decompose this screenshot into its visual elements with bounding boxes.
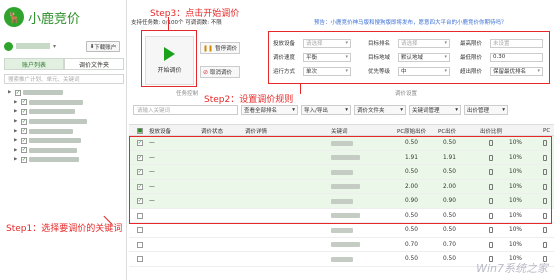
price-settings-label: 调价设置 bbox=[395, 91, 418, 97]
tree-item-label bbox=[29, 99, 83, 105]
tree-checkbox[interactable]: ✓ bbox=[21, 147, 27, 154]
step2-label: Step2：设置调价规则 bbox=[204, 95, 294, 105]
tree-item[interactable]: ▶ ✓ bbox=[8, 107, 126, 117]
phone-icon bbox=[543, 227, 547, 234]
keyword-cell bbox=[331, 242, 360, 248]
phone-icon bbox=[489, 241, 493, 248]
tree-item-label bbox=[29, 109, 75, 115]
tree-item[interactable]: ▶ ✓ bbox=[8, 117, 126, 127]
chevron-down-icon: ▾ bbox=[502, 107, 505, 113]
tree-item[interactable]: ▶ ✓ bbox=[8, 136, 126, 146]
account-name bbox=[16, 43, 50, 49]
filter-bar: 请输入关键词 查看全部排名 ▾ 导入/导出 ▾ 调价文件夹 ▾ 关键词管理 ▾ 出价管理… bbox=[133, 105, 508, 115]
keyword-cell bbox=[331, 227, 353, 233]
expand-icon[interactable]: ▶ bbox=[14, 100, 19, 105]
account-selector[interactable]: ▾ bbox=[4, 40, 56, 52]
chevron-down-icon: ▾ bbox=[455, 107, 458, 113]
expand-icon[interactable]: ▶ bbox=[14, 119, 19, 124]
app-window: 🦌 小鹿竞价 ▾ ⬇ 下载账户 账户列表 调价文件夹 搜索推广计划、单元、关键词 … bbox=[0, 0, 554, 280]
expand-icon[interactable]: ▶ bbox=[14, 109, 19, 114]
expand-icon[interactable]: ▶ bbox=[14, 148, 19, 153]
tree-item-label bbox=[29, 128, 73, 134]
row-checkbox[interactable] bbox=[137, 241, 143, 248]
bid-folder-button[interactable]: 调价文件夹 ▾ bbox=[354, 105, 406, 115]
step3-arrow bbox=[168, 17, 170, 30]
keyword-cell bbox=[331, 256, 353, 262]
chevron-down-icon: ▾ bbox=[53, 42, 57, 50]
pc-orig-bid-cell: 0.50 bbox=[405, 256, 418, 263]
expand-icon[interactable]: ▶ bbox=[8, 90, 13, 95]
pc-bid-cell: 0.50 bbox=[443, 256, 456, 263]
cancel-icon: ⊘ bbox=[203, 68, 209, 76]
bid-manage-button[interactable]: 出价管理 ▾ bbox=[464, 105, 508, 115]
sidebar: 🦌 小鹿竞价 ▾ ⬇ 下载账户 账户列表 调价文件夹 搜索推广计划、单元、关键词 … bbox=[0, 0, 127, 280]
app-name: 小鹿竞价 bbox=[28, 11, 81, 27]
tree-checkbox[interactable]: ✓ bbox=[21, 128, 27, 135]
tab-bid-folder[interactable]: 调价文件夹 bbox=[64, 58, 124, 70]
keyword-manage-button[interactable]: 关键词管理 ▾ bbox=[409, 105, 461, 115]
expand-icon[interactable]: ▶ bbox=[14, 129, 19, 134]
tree-checkbox[interactable]: ✓ bbox=[21, 137, 27, 144]
pc-orig-bid-cell: 0.50 bbox=[405, 227, 418, 234]
tree-item[interactable]: ▶ ✓ bbox=[8, 88, 126, 98]
user-icon bbox=[4, 41, 13, 51]
step2-arrow bbox=[300, 84, 302, 94]
task-control-label: 任务控制 bbox=[176, 91, 199, 97]
watermark: Win7系统之家 bbox=[476, 262, 548, 275]
tree-item-label bbox=[23, 90, 63, 96]
expand-icon[interactable]: ▶ bbox=[14, 138, 19, 143]
tree-item-label bbox=[29, 119, 87, 125]
notice-link[interactable]: 预告：小鹿竞价神马版和搜狗版即将发布，愿意四大平台的小鹿竞价你期待吗？ bbox=[314, 18, 507, 26]
row-checkbox[interactable] bbox=[137, 256, 143, 263]
row-checkbox[interactable] bbox=[137, 227, 143, 234]
step3-highlight bbox=[141, 30, 197, 87]
tree-checkbox[interactable]: ✓ bbox=[21, 99, 27, 106]
table-header: ■ 投放设备 调价状态 调价详情 关键词 PC原始出价 PC出价 出价比例 PC bbox=[129, 124, 554, 136]
tree-item-label bbox=[29, 157, 79, 163]
phone-icon bbox=[489, 227, 493, 234]
expand-icon[interactable]: ▶ bbox=[14, 157, 19, 162]
tree-checkbox[interactable]: ✓ bbox=[21, 108, 27, 115]
bid-ratio-cell: 10% bbox=[509, 241, 522, 248]
tree-checkbox[interactable]: ✓ bbox=[15, 89, 21, 96]
pc-orig-bid-cell: 0.70 bbox=[405, 241, 418, 248]
step1-label: Step1：选择要调价的关键词 bbox=[6, 224, 123, 234]
pc-bid-cell: 0.70 bbox=[443, 241, 456, 248]
tree-item-label bbox=[29, 138, 81, 144]
deer-icon: 🦌 bbox=[4, 7, 24, 27]
download-account-button[interactable]: ⬇ 下载账户 bbox=[86, 41, 120, 52]
table-row[interactable]: 0.70 0.70 10% bbox=[129, 238, 554, 252]
pause-bid-button[interactable]: ❚❚ 暂停调价 bbox=[200, 42, 240, 54]
import-export-button[interactable]: 导入/导出 ▾ bbox=[301, 105, 351, 115]
select-all-checkbox[interactable]: ■ bbox=[137, 128, 143, 134]
chevron-down-icon: ▾ bbox=[400, 107, 403, 113]
table-row[interactable]: 0.50 0.50 10% bbox=[129, 223, 554, 238]
keyword-search-input[interactable]: 请输入关键词 bbox=[133, 105, 238, 115]
phone-icon bbox=[543, 241, 547, 248]
bid-ratio-cell: 10% bbox=[509, 227, 522, 234]
campaign-tree: ▶ ✓ ▶ ✓ ▶ ✓ ▶ ✓ ▶ ✓ ▶ ✓ ▶ ✓ ▶ ✓ bbox=[8, 88, 126, 165]
tab-account-list[interactable]: 账户列表 bbox=[4, 58, 64, 70]
tree-item[interactable]: ▶ ✓ bbox=[8, 98, 126, 108]
tree-item-label bbox=[29, 147, 77, 153]
cancel-bid-button[interactable]: ⊘ 取消调价 bbox=[200, 66, 240, 78]
tree-item[interactable]: ▶ ✓ bbox=[8, 155, 126, 165]
sidebar-tabs: 账户列表 调价文件夹 bbox=[4, 58, 124, 70]
chevron-down-icon: ▾ bbox=[292, 107, 295, 113]
step2-highlight bbox=[268, 31, 550, 84]
sidebar-search-input[interactable]: 搜索推广计划、单元、关键词 bbox=[4, 74, 124, 84]
app-logo: 🦌 小鹿竞价 bbox=[4, 6, 80, 28]
view-rank-button[interactable]: 查看全部排名 ▾ bbox=[241, 105, 298, 115]
tree-item[interactable]: ▶ ✓ bbox=[8, 146, 126, 156]
tree-checkbox[interactable]: ✓ bbox=[21, 156, 27, 163]
step1-highlight bbox=[129, 136, 552, 224]
tree-item[interactable]: ▶ ✓ bbox=[8, 126, 126, 136]
task-status: 支持任务数: 0/100个 可调调数: 不限 bbox=[131, 20, 222, 26]
step3-label: Step3：点击开始调价 bbox=[150, 9, 240, 19]
pause-icon: ❚❚ bbox=[203, 44, 214, 52]
pc-bid-cell: 0.50 bbox=[443, 227, 456, 234]
chevron-down-icon: ▾ bbox=[345, 107, 348, 113]
tree-checkbox[interactable]: ✓ bbox=[21, 118, 27, 125]
